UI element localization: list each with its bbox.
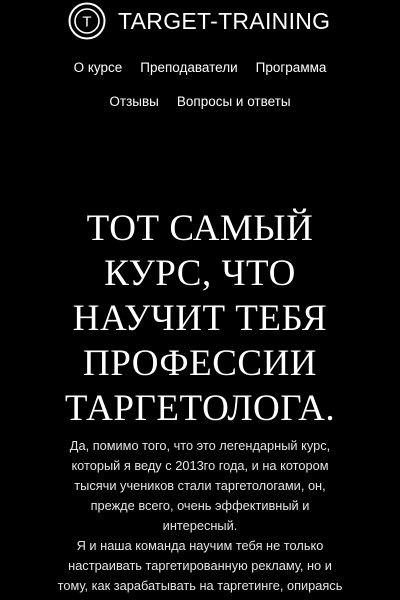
nav-link-faq[interactable]: Вопросы и ответы	[177, 94, 291, 109]
nav-link-about[interactable]: О курсе	[74, 60, 123, 75]
headline-line: НАУЧИТ ТЕБЯ	[72, 298, 328, 339]
hero-headline: ТОТ САМЫЙ КУРС, ЧТО НАУЧИТ ТЕБЯ ПРОФЕССИ…	[0, 206, 400, 431]
headline-line: ПРОФЕССИИ	[82, 343, 318, 384]
description-line: который я веду с 2013го года, и на котор…	[71, 458, 329, 473]
description-line: прежде всего, очень эффективный и	[90, 498, 310, 513]
logo-text: TARGET-TRAINING	[118, 7, 331, 34]
hero-description: Да, помимо того, что это легендарный кур…	[40, 436, 360, 596]
nav-row-1: О курсе Преподаватели Программа	[0, 60, 400, 75]
description-line: тысячи учеников стали таргетологами, он,	[74, 478, 326, 493]
logo-letter: T	[82, 14, 91, 31]
headline-line: КУРС, ЧТО	[104, 253, 296, 294]
nav-row-2: Отзывы Вопросы и ответы	[0, 94, 400, 109]
target-circle-t-icon: T	[68, 2, 106, 40]
landing-page: T TARGET-TRAINING О курсе Преподаватели …	[0, 0, 400, 600]
nav-link-reviews[interactable]: Отзывы	[109, 94, 158, 109]
description-line: Да, помимо того, что это легендарный кур…	[69, 438, 331, 453]
nav-link-program[interactable]: Программа	[256, 60, 327, 75]
logo[interactable]: T TARGET-TRAINING	[68, 2, 330, 40]
description-line: интересный.	[162, 518, 238, 533]
headline-line: ТАРГЕТОЛОГА.	[64, 388, 336, 429]
description-line: тому, как зарабатывать на таргетинге, оп…	[57, 578, 343, 593]
description-line: Я и наша команда научим тебя не только	[76, 538, 324, 553]
description-line: настраивать таргетированную рекламу, но …	[68, 558, 332, 573]
headline-line: ТОТ САМЫЙ	[86, 208, 314, 249]
nav-link-teachers[interactable]: Преподаватели	[140, 60, 237, 75]
